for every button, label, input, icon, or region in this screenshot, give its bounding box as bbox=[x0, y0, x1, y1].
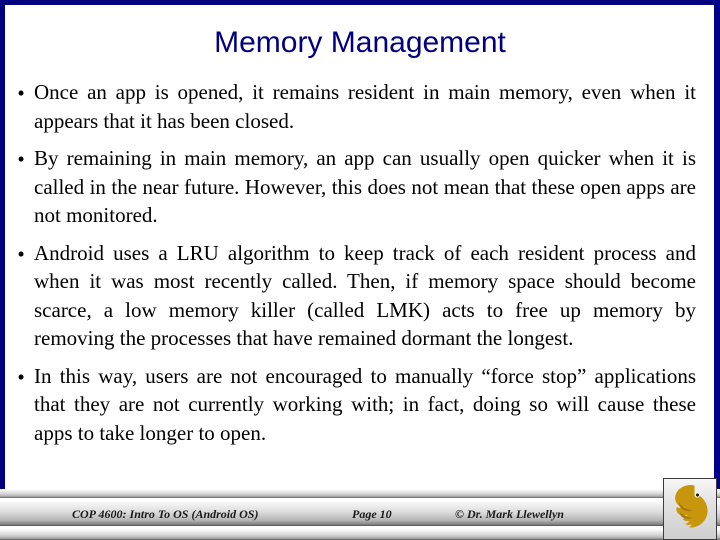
ucf-pegasus-logo-icon bbox=[663, 478, 717, 540]
slide-border-right bbox=[714, 0, 720, 489]
slide-border-left bbox=[0, 0, 5, 489]
footer-course-label: COP 4600: Intro To OS (Android OS) bbox=[72, 507, 259, 521]
list-item-text: Android uses a LRU algorithm to keep tra… bbox=[34, 240, 696, 351]
slide-border-top bbox=[0, 0, 720, 5]
list-item: • By remaining in main memory, an app ca… bbox=[8, 144, 698, 230]
list-item: • In this way, users are not encouraged … bbox=[8, 362, 698, 448]
slide-body-list: • Once an app is opened, it remains resi… bbox=[8, 78, 698, 449]
footer-bar-top bbox=[0, 489, 720, 498]
slide-title: Memory Management bbox=[214, 26, 506, 59]
bullet-icon: • bbox=[17, 364, 25, 389]
footer-copyright-label: © Dr. Mark Llewellyn bbox=[455, 507, 564, 521]
list-item-text: Once an app is opened, it remains reside… bbox=[34, 80, 696, 133]
bullet-icon: • bbox=[17, 147, 25, 171]
footer-bar-bottom bbox=[0, 529, 720, 540]
list-item-text: By remaining in main memory, an app can … bbox=[34, 146, 696, 227]
slide-canvas: Memory Management • Once an app is opene… bbox=[0, 0, 720, 540]
bullet-icon: • bbox=[17, 81, 25, 105]
footer-page-number: Page 10 bbox=[352, 507, 392, 521]
list-item: • Once an app is opened, it remains resi… bbox=[8, 78, 698, 135]
bullet-icon: • bbox=[17, 241, 25, 266]
list-item: • Android uses a LRU algorithm to keep t… bbox=[8, 239, 698, 353]
list-item-text: In this way, users are not encouraged to… bbox=[34, 363, 696, 445]
